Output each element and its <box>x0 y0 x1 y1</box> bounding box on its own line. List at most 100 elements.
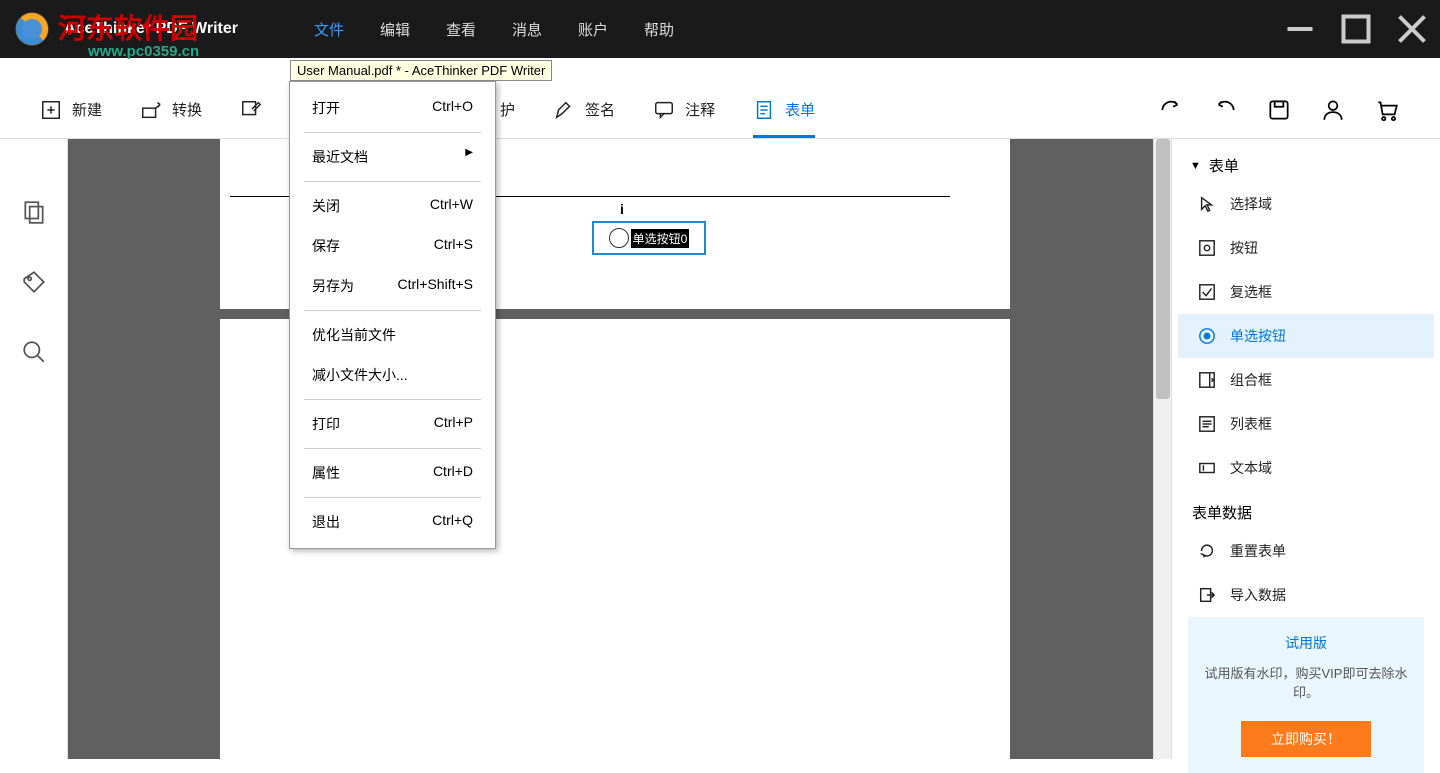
menu-reduce[interactable]: 减小文件大小... <box>290 355 495 395</box>
textfield-icon <box>1198 459 1216 477</box>
menu-separator <box>304 310 481 311</box>
item-label: 选择域 <box>1230 194 1272 214</box>
menu-edit[interactable]: 编辑 <box>376 13 414 46</box>
undo-icon[interactable] <box>1212 97 1238 123</box>
tool-edit[interactable] <box>240 93 262 127</box>
search-icon[interactable] <box>21 339 47 365</box>
watermark-url: www.pc0359.cn <box>88 43 199 60</box>
item-label: 单选按钮 <box>1230 326 1286 346</box>
panel-section-form-data: 表单数据 <box>1178 490 1434 529</box>
form-data-import[interactable]: 导入数据 <box>1178 573 1434 617</box>
titlebar: AceThinker PDF Writer 河东软件园 www.pc0359.c… <box>0 0 1440 58</box>
menu-help[interactable]: 帮助 <box>640 13 678 46</box>
menu-save[interactable]: 保存Ctrl+S <box>290 226 495 266</box>
form-item-combobox[interactable]: 组合框 <box>1178 358 1434 402</box>
comment-icon <box>653 99 675 121</box>
tool-new[interactable]: 新建 <box>40 93 102 127</box>
tool-label: 表单 <box>785 99 815 120</box>
menu-file[interactable]: 文件 <box>310 13 348 46</box>
menu-account[interactable]: 账户 <box>574 13 612 46</box>
menu-saveas[interactable]: 另存为Ctrl+Shift+S <box>290 266 495 306</box>
tool-label: 注释 <box>685 99 715 120</box>
menubar: 文件 编辑 查看 消息 账户 帮助 <box>310 13 678 46</box>
checkbox-icon <box>1198 283 1216 301</box>
form-item-listbox[interactable]: 列表框 <box>1178 402 1434 446</box>
tool-form[interactable]: 表单 <box>753 93 815 138</box>
form-item-radio[interactable]: 单选按钮 <box>1178 314 1434 358</box>
trial-text: 试用版有水印，购买VIP即可去除水印。 <box>1198 663 1414 701</box>
canvas-area[interactable]: i 单选按钮0 <box>68 139 1153 759</box>
form-data-reset[interactable]: 重置表单 <box>1178 529 1434 573</box>
right-tools <box>1158 97 1400 123</box>
radio-icon <box>1198 327 1216 345</box>
convert-icon <box>140 99 162 121</box>
form-item-textfield[interactable]: 文本域 <box>1178 446 1434 490</box>
trial-title: 试用版 <box>1198 633 1414 653</box>
plus-icon <box>40 99 62 121</box>
buy-now-button[interactable]: 立即购买！ <box>1241 721 1371 757</box>
maximize-button[interactable] <box>1336 14 1376 44</box>
menu-quit[interactable]: 退出Ctrl+Q <box>290 502 495 542</box>
radio-button-widget[interactable]: 单选按钮0 <box>592 221 706 255</box>
item-label: 复选框 <box>1230 282 1272 302</box>
form-icon <box>753 99 775 121</box>
tool-sign[interactable]: 签名 <box>553 93 615 127</box>
page-char: i <box>620 201 624 217</box>
item-label: 组合框 <box>1230 370 1272 390</box>
close-button[interactable] <box>1392 14 1432 44</box>
radio-label: 单选按钮0 <box>631 229 690 248</box>
tool-convert[interactable]: 转换 <box>140 93 202 127</box>
form-item-select-field[interactable]: 选择域 <box>1178 182 1434 226</box>
panel-header-label: 表单 <box>1209 155 1239 176</box>
minimize-button[interactable] <box>1280 14 1320 44</box>
save-icon[interactable] <box>1266 97 1292 123</box>
menu-message[interactable]: 消息 <box>508 13 546 46</box>
toolbar: 新建 转换 护 签名 注释 表单 <box>0 81 1440 139</box>
scrollbar[interactable] <box>1153 139 1171 759</box>
left-sidebar <box>0 139 68 759</box>
menu-separator <box>304 448 481 449</box>
tool-comment[interactable]: 注释 <box>653 93 715 127</box>
right-panel: ▼ 表单 选择域 按钮 复选框 单选按钮 组合框 列表框 文本域 <box>1171 139 1440 759</box>
menu-optimize[interactable]: 优化当前文件 <box>290 315 495 355</box>
menu-open[interactable]: 打开Ctrl+O <box>290 88 495 128</box>
menu-print[interactable]: 打印Ctrl+P <box>290 404 495 444</box>
menu-separator <box>304 497 481 498</box>
pointer-icon <box>1198 195 1216 213</box>
menu-close[interactable]: 关闭Ctrl+W <box>290 186 495 226</box>
scrollbar-thumb[interactable] <box>1156 139 1170 399</box>
tool-protect[interactable]: 护 <box>500 93 515 126</box>
tool-label: 签名 <box>585 99 615 120</box>
form-item-checkbox[interactable]: 复选框 <box>1178 270 1434 314</box>
tool-label: 转换 <box>172 99 202 120</box>
tool-label: 护 <box>500 99 515 120</box>
form-item-button[interactable]: 按钮 <box>1178 226 1434 270</box>
menu-separator <box>304 132 481 133</box>
chevron-down-icon: ▼ <box>1190 160 1201 172</box>
button-icon <box>1198 239 1216 257</box>
panel-header-form[interactable]: ▼ 表单 <box>1178 149 1434 182</box>
listbox-icon <box>1198 415 1216 433</box>
user-icon[interactable] <box>1320 97 1346 123</box>
menu-recent[interactable]: 最近文档▶ <box>290 137 495 177</box>
redo-icon[interactable] <box>1158 97 1184 123</box>
pages-icon[interactable] <box>21 199 47 225</box>
trial-box: 试用版 试用版有水印，购买VIP即可去除水印。 立即购买！ <box>1188 617 1424 773</box>
menu-view[interactable]: 查看 <box>442 13 480 46</box>
menu-properties[interactable]: 属性Ctrl+D <box>290 453 495 493</box>
menu-separator <box>304 181 481 182</box>
reset-icon <box>1198 542 1216 560</box>
cart-icon[interactable] <box>1374 97 1400 123</box>
chevron-right-icon: ▶ <box>465 147 473 167</box>
watermark-text: 河东软件园 <box>58 7 198 47</box>
import-icon <box>1198 586 1216 604</box>
tool-label: 新建 <box>72 99 102 120</box>
item-label: 重置表单 <box>1230 541 1286 561</box>
item-label: 导入数据 <box>1230 585 1286 605</box>
combobox-icon <box>1198 371 1216 389</box>
menu-separator <box>304 399 481 400</box>
window-controls <box>1280 14 1432 44</box>
main: i 单选按钮0 ▼ 表单 选择域 按钮 复选框 单选按钮 <box>0 139 1440 759</box>
window-title-tooltip: User Manual.pdf * - AceThinker PDF Write… <box>290 60 552 81</box>
tag-icon[interactable] <box>21 269 47 295</box>
